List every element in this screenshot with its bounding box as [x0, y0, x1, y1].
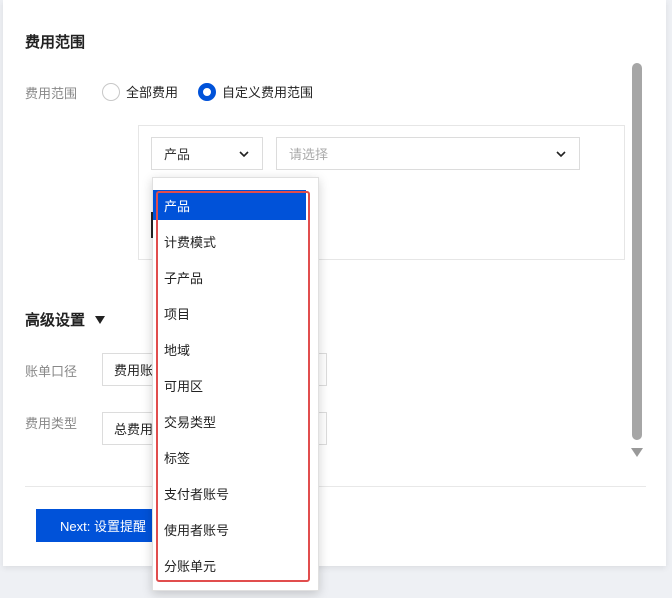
dropdown-item[interactable]: 分账单元 — [153, 547, 306, 583]
dropdown-item[interactable]: 可用区 — [153, 367, 306, 403]
scope-label: 费用范围 — [25, 87, 78, 102]
divider — [25, 486, 646, 487]
radio-custom-scope-label: 自定义费用范围 — [222, 86, 314, 101]
dropdown-item[interactable]: 交易类型 — [153, 403, 306, 439]
radio-all-fees[interactable]: 全部费用 — [102, 82, 178, 101]
radio-checked-icon — [198, 82, 216, 101]
dropdown-item[interactable]: 标签 — [153, 439, 306, 475]
form-card: 费用范围 费用范围 全部费用 自定义费用范围 产品 请选择 高级设置 账单口径 … — [3, 0, 666, 566]
dropdown-item[interactable]: 计费模式 — [153, 223, 306, 259]
fee-type-label: 费用类型 — [25, 417, 78, 432]
dimension-dropdown-menu: 产品 计费模式 子产品 项目 地域 可用区 交易类型 标签 支付者账号 使用者账… — [151, 177, 319, 591]
fee-type-value: 总费用 — [114, 423, 154, 438]
dropdown-item-selected[interactable]: 产品 — [153, 190, 306, 220]
value-select[interactable]: 请选择 — [276, 137, 580, 170]
radio-custom-scope[interactable]: 自定义费用范围 — [198, 82, 313, 101]
caret-down-icon — [95, 315, 106, 324]
value-select-placeholder: 请选择 — [289, 148, 329, 163]
radio-unchecked-icon — [102, 82, 120, 101]
advanced-settings-toggle[interactable]: 高级设置 — [25, 309, 106, 330]
bill-basis-value: 费用账 — [114, 364, 154, 379]
scroll-down-arrow-icon[interactable] — [631, 448, 643, 457]
dimension-select[interactable]: 产品 — [151, 137, 263, 170]
dropdown-item[interactable]: 使用者账号 — [153, 511, 306, 547]
chevron-down-icon — [239, 151, 249, 158]
dropdown-item[interactable]: 项目 — [153, 295, 306, 331]
advanced-settings-title: 高级设置 — [25, 311, 86, 329]
dropdown-item[interactable]: 支付者账号 — [153, 475, 306, 511]
section-title: 费用范围 — [25, 33, 86, 51]
dimension-select-value: 产品 — [164, 148, 191, 163]
radio-all-fees-label: 全部费用 — [126, 86, 179, 101]
chevron-down-icon — [556, 151, 566, 158]
dropdown-item[interactable]: 地域 — [153, 331, 306, 367]
dropdown-item[interactable]: 子产品 — [153, 259, 306, 295]
scrollbar-thumb[interactable] — [632, 63, 642, 440]
bill-basis-label: 账单口径 — [25, 365, 78, 380]
